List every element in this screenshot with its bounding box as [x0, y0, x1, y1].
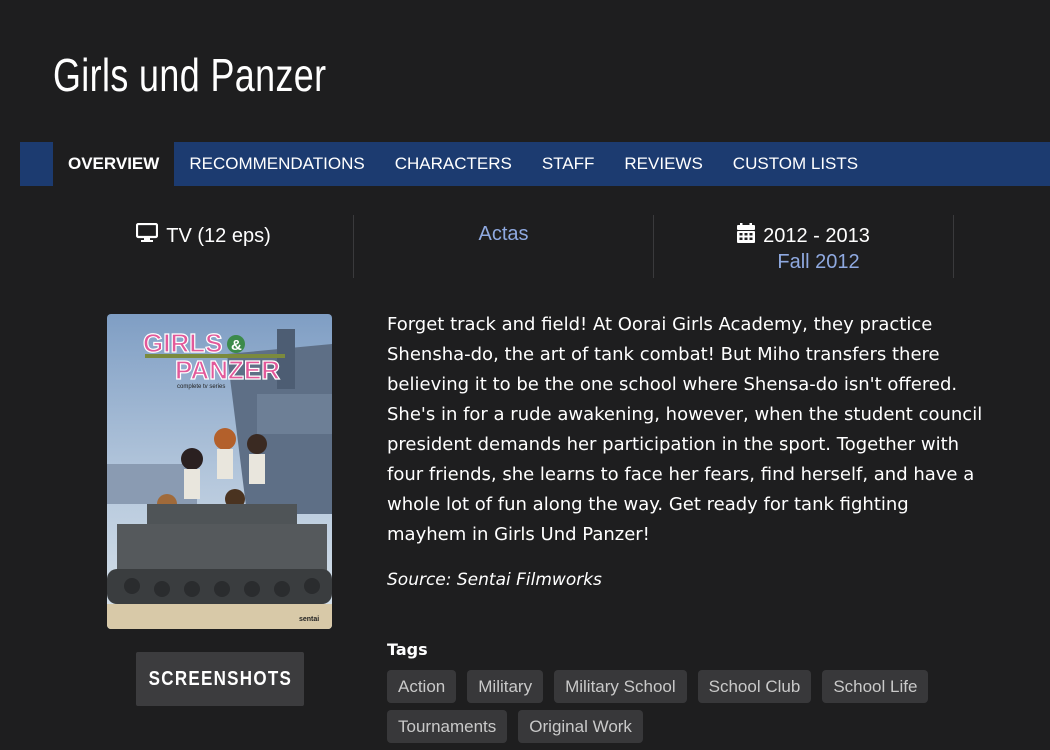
dates-text: 2012 - 2013: [763, 224, 870, 247]
cover-image[interactable]: GIRLS & PANZER complete tv series sentai: [107, 314, 332, 629]
tag-military[interactable]: Military: [467, 670, 544, 703]
poster-publisher: sentai: [299, 616, 319, 623]
synopsis-source: Source: Sentai Filmworks: [387, 570, 602, 590]
page-title: Girls und Panzer: [53, 49, 327, 101]
stat-dates: 2012 - 2013 Fall 2012: [654, 215, 954, 278]
tag-tournaments[interactable]: Tournaments: [387, 710, 508, 743]
poster-logo-girls: GIRLS: [143, 328, 222, 358]
tag-list: Action Military Military School School C…: [387, 670, 987, 743]
type-text: TV (12 eps): [166, 224, 271, 247]
info-stats: TV (12 eps) Actas 2012 - 2013 Fall 2012: [54, 215, 955, 278]
screenshots-button[interactable]: SCREENSHOTS: [136, 652, 304, 706]
tags-heading: Tags: [387, 640, 428, 659]
stat-studio: Actas: [354, 215, 654, 278]
tag-military-school[interactable]: Military School: [554, 670, 687, 703]
tag-school-club[interactable]: School Club: [697, 670, 812, 703]
anime-page: Girls und Panzer OVERVIEW RECOMMENDATION…: [0, 0, 1050, 750]
season-link[interactable]: Fall 2012: [777, 251, 859, 274]
poster-subtitle: complete tv series: [177, 384, 225, 390]
screenshots-button-label: SCREENSHOTS: [148, 667, 292, 690]
tab-bar: OVERVIEW RECOMMENDATIONS CHARACTERS STAF…: [20, 142, 1050, 186]
poster-logo-panzer: PANZER: [175, 355, 280, 385]
tab-recommendations[interactable]: RECOMMENDATIONS: [174, 142, 379, 186]
calendar-icon: [737, 223, 756, 249]
tab-characters[interactable]: CHARACTERS: [380, 142, 527, 186]
stat-type: TV (12 eps): [54, 215, 354, 278]
tab-staff[interactable]: STAFF: [527, 142, 610, 186]
poster-logo-amp: &: [231, 337, 242, 354]
tab-overview[interactable]: OVERVIEW: [53, 142, 175, 186]
tab-custom-lists[interactable]: CUSTOM LISTS: [718, 142, 873, 186]
synopsis: Forget track and field! At Oorai Girls A…: [387, 314, 983, 545]
monitor-icon: [136, 222, 159, 249]
tag-school-life[interactable]: School Life: [822, 670, 929, 703]
tag-original-work[interactable]: Original Work: [518, 710, 643, 743]
studio-link[interactable]: Actas: [478, 223, 528, 246]
tag-action[interactable]: Action: [387, 670, 457, 703]
tab-reviews[interactable]: REVIEWS: [609, 142, 717, 186]
